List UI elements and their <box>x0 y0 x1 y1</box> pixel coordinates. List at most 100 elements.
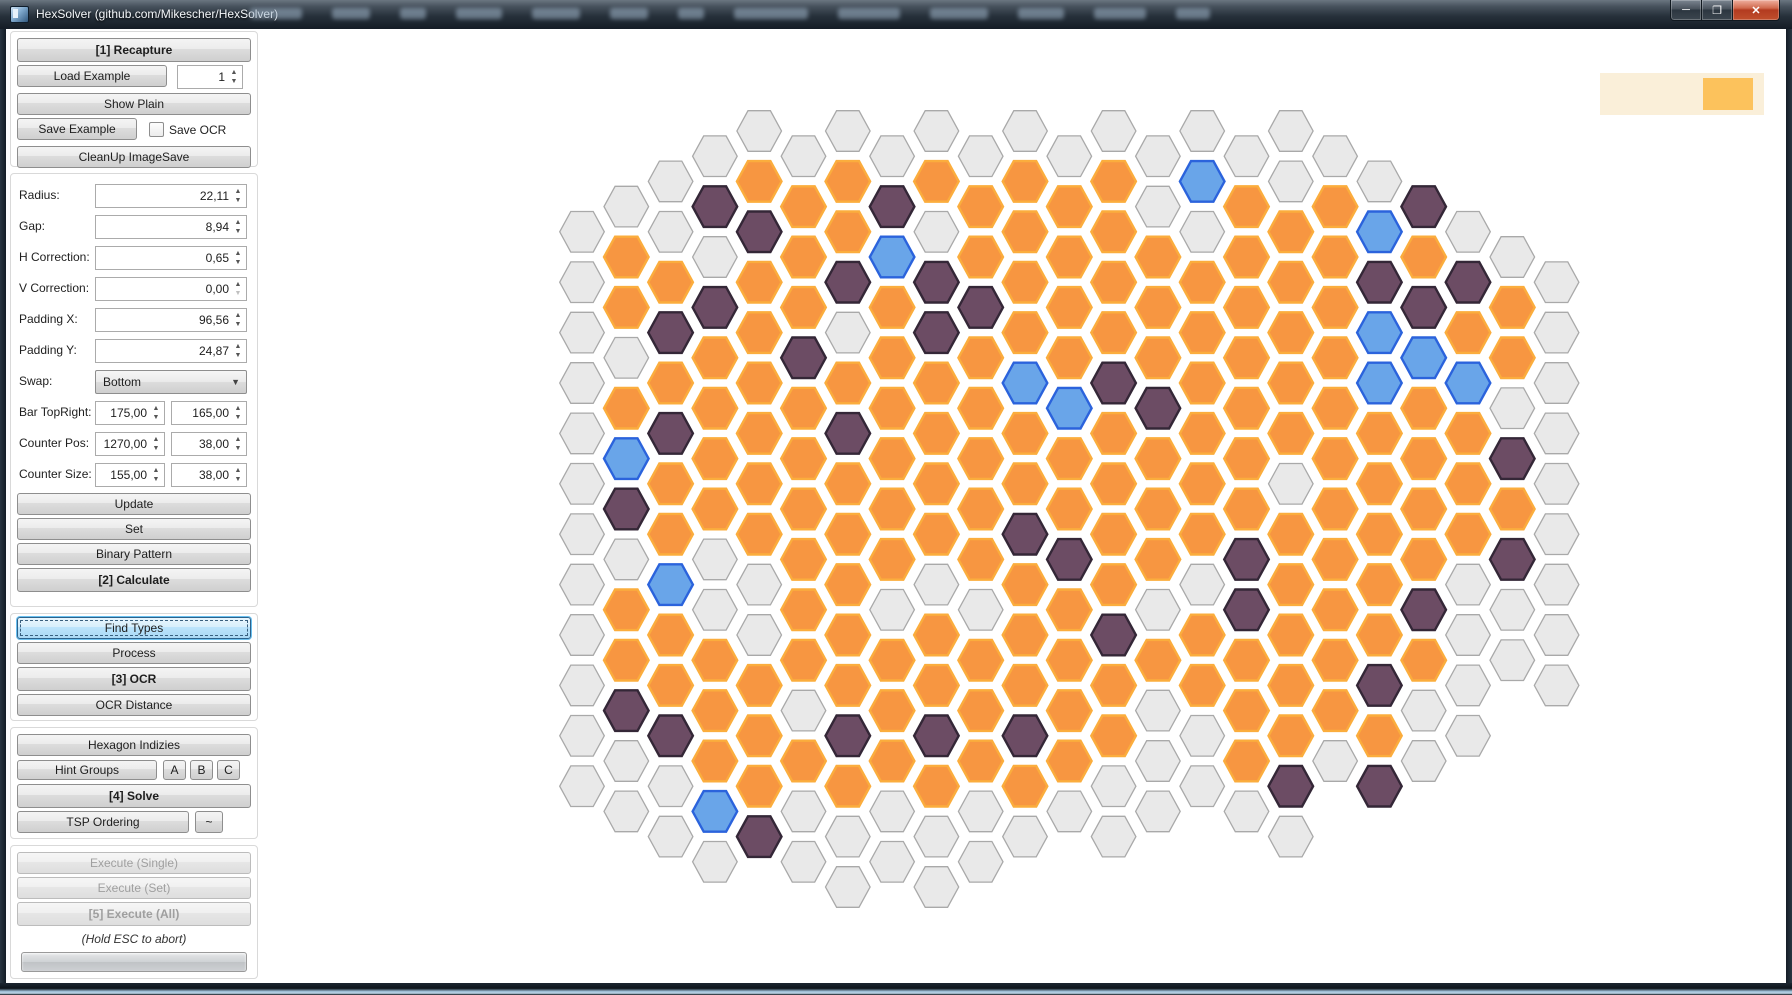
hex-cell-orange-active[interactable] <box>1136 489 1181 530</box>
hex-cell-orange-active[interactable] <box>1003 564 1048 605</box>
hex-cell-blue-marked[interactable] <box>693 791 738 832</box>
hex-cell-orange-active[interactable] <box>1224 237 1269 278</box>
hex-cell-orange-active[interactable] <box>693 388 738 429</box>
hex-cell-orange-active[interactable] <box>1269 363 1314 404</box>
hex-cell-orange-active[interactable] <box>1313 338 1358 379</box>
hex-cell-blue-marked[interactable] <box>1357 212 1402 253</box>
hex-cell-unknown-gray[interactable] <box>1490 640 1535 681</box>
hex-cell-orange-active[interactable] <box>1180 413 1225 454</box>
hex-cell-unknown-gray[interactable] <box>826 816 871 857</box>
hex-cell-unknown-gray[interactable] <box>1446 716 1491 757</box>
2-calculate-button[interactable]: [2] Calculate <box>17 568 251 592</box>
hex-cell-orange-active[interactable] <box>1047 237 1092 278</box>
hex-cell-orange-active[interactable] <box>1224 690 1269 731</box>
hex-cell-unknown-gray[interactable] <box>1136 741 1181 782</box>
hex-cell-purple-mine[interactable] <box>648 716 693 757</box>
hex-cell-unknown-gray[interactable] <box>737 615 782 656</box>
numeric-field[interactable]: 1270,00▲▼ <box>95 432 165 456</box>
hex-cell-unknown-gray[interactable] <box>693 590 738 631</box>
hex-cell-orange-active[interactable] <box>1003 665 1048 706</box>
field-spinner[interactable]: ▲▼ <box>150 435 162 454</box>
hex-cell-unknown-gray[interactable] <box>1313 741 1358 782</box>
hex-cell-unknown-gray[interactable] <box>1003 816 1048 857</box>
save-ocr-checkbox[interactable] <box>149 122 164 137</box>
hex-cell-orange-active[interactable] <box>1091 665 1136 706</box>
hex-cell-purple-mine[interactable] <box>870 186 915 227</box>
hex-cell-orange-active[interactable] <box>826 615 871 656</box>
hex-cell-purple-mine[interactable] <box>1091 363 1136 404</box>
hex-cell-orange-active[interactable] <box>648 615 693 656</box>
set-button[interactable]: Set <box>17 518 251 540</box>
hex-cell-unknown-gray[interactable] <box>1003 111 1048 152</box>
hex-cell-purple-mine[interactable] <box>1003 716 1048 757</box>
hex-cell-unknown-gray[interactable] <box>737 564 782 605</box>
hex-cell-unknown-gray[interactable] <box>648 212 693 253</box>
hint-group-c-button[interactable]: C <box>217 760 240 780</box>
hex-cell-orange-active[interactable] <box>1047 438 1092 479</box>
hex-cell-blue-marked[interactable] <box>1401 338 1446 379</box>
hex-cell-unknown-gray[interactable] <box>1534 564 1579 605</box>
hex-cell-unknown-gray[interactable] <box>958 791 1003 832</box>
hex-cell-unknown-gray[interactable] <box>604 539 649 580</box>
find-types-button[interactable]: Find Types <box>17 617 251 639</box>
hex-cell-purple-mine[interactable] <box>826 262 871 303</box>
hex-cell-orange-active[interactable] <box>1357 615 1402 656</box>
process-button[interactable]: Process <box>17 642 251 664</box>
hex-cell-unknown-gray[interactable] <box>1136 690 1181 731</box>
hex-cell-purple-mine[interactable] <box>781 338 826 379</box>
hex-cell-orange-active[interactable] <box>1003 413 1048 454</box>
hex-cell-orange-active[interactable] <box>826 212 871 253</box>
hex-cell-unknown-gray[interactable] <box>1446 212 1491 253</box>
hex-cell-orange-active[interactable] <box>1224 640 1269 681</box>
hex-cell-unknown-gray[interactable] <box>560 766 605 807</box>
hex-cell-orange-active[interactable] <box>870 388 915 429</box>
hex-cell-orange-active[interactable] <box>1269 413 1314 454</box>
hex-cell-orange-active[interactable] <box>826 514 871 555</box>
hex-cell-unknown-gray[interactable] <box>1313 136 1358 177</box>
hex-cell-unknown-gray[interactable] <box>560 665 605 706</box>
hex-cell-orange-active[interactable] <box>870 640 915 681</box>
hex-cell-unknown-gray[interactable] <box>958 842 1003 883</box>
hex-cell-unknown-gray[interactable] <box>870 590 915 631</box>
hex-cell-unknown-gray[interactable] <box>560 716 605 757</box>
field-spinner[interactable]: ▲▼ <box>232 187 244 206</box>
hex-cell-orange-active[interactable] <box>1313 287 1358 328</box>
hex-cell-orange-active[interactable] <box>604 640 649 681</box>
hex-cell-unknown-gray[interactable] <box>648 816 693 857</box>
hex-cell-orange-active[interactable] <box>1136 338 1181 379</box>
hex-cell-orange-active[interactable] <box>737 363 782 404</box>
hex-cell-orange-active[interactable] <box>1357 413 1402 454</box>
hex-cell-orange-active[interactable] <box>958 338 1003 379</box>
hex-cell-unknown-gray[interactable] <box>1534 413 1579 454</box>
hex-cell-orange-active[interactable] <box>1490 489 1535 530</box>
hex-cell-unknown-gray[interactable] <box>560 312 605 353</box>
hex-cell-orange-active[interactable] <box>648 262 693 303</box>
hex-cell-orange-active[interactable] <box>781 539 826 580</box>
hex-cell-unknown-gray[interactable] <box>914 564 959 605</box>
hex-cell-purple-mine[interactable] <box>1446 262 1491 303</box>
hex-cell-orange-active[interactable] <box>693 640 738 681</box>
3-ocr-button[interactable]: [3] OCR <box>17 667 251 691</box>
hex-cell-unknown-gray[interactable] <box>560 413 605 454</box>
hex-cell-unknown-gray[interactable] <box>560 464 605 505</box>
hex-cell-purple-mine[interactable] <box>1269 766 1314 807</box>
execute-all-button[interactable]: [5] Execute (All) <box>17 902 251 926</box>
hex-cell-purple-mine[interactable] <box>1490 539 1535 580</box>
hex-cell-orange-active[interactable] <box>1136 438 1181 479</box>
hex-cell-purple-mine[interactable] <box>1136 388 1181 429</box>
hex-cell-orange-active[interactable] <box>1180 363 1225 404</box>
hex-cell-unknown-gray[interactable] <box>1534 615 1579 656</box>
hex-cell-orange-active[interactable] <box>1091 564 1136 605</box>
hex-cell-orange-active[interactable] <box>648 665 693 706</box>
hex-cell-orange-active[interactable] <box>1224 338 1269 379</box>
hex-cell-unknown-gray[interactable] <box>781 690 826 731</box>
hex-cell-orange-active[interactable] <box>781 741 826 782</box>
hex-cell-orange-active[interactable] <box>1047 287 1092 328</box>
hex-cell-unknown-gray[interactable] <box>1446 665 1491 706</box>
example-number-field[interactable]: 1 ▲▼ <box>177 65 243 89</box>
hex-cell-orange-active[interactable] <box>737 766 782 807</box>
hex-cell-unknown-gray[interactable] <box>870 791 915 832</box>
hex-cell-orange-active[interactable] <box>1224 438 1269 479</box>
hex-cell-orange-active[interactable] <box>737 716 782 757</box>
hint-groups-button[interactable]: Hint Groups <box>17 760 157 780</box>
